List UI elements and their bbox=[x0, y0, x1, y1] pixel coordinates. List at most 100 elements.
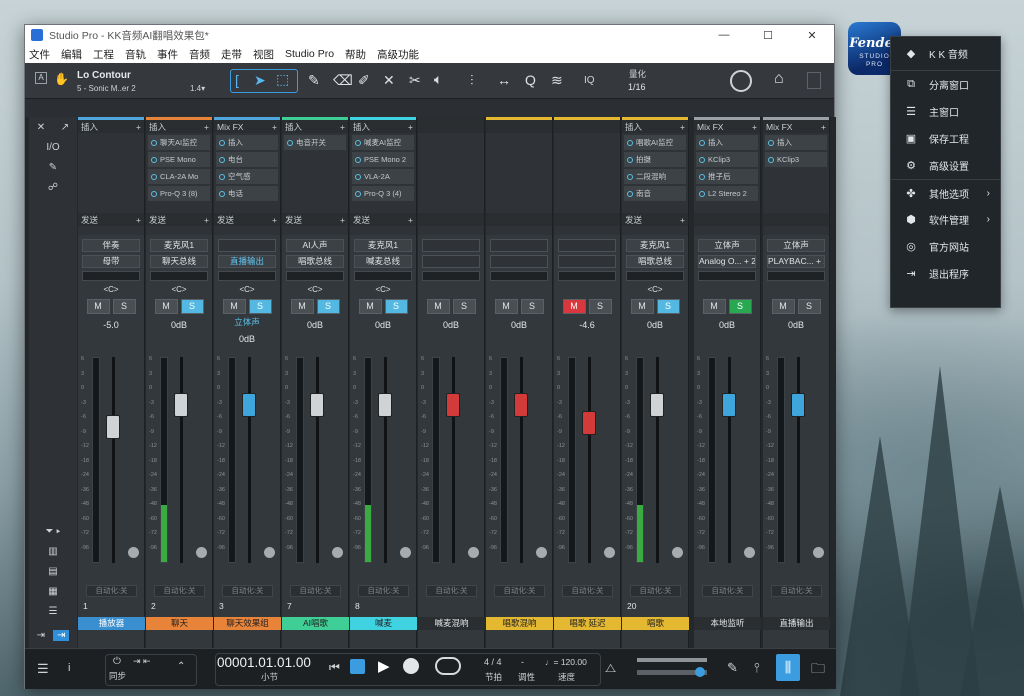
track-icon[interactable]: A bbox=[35, 72, 47, 84]
keyboard-icon[interactable]: ▤ bbox=[29, 561, 77, 581]
automation-button[interactable]: 自动化:关 bbox=[358, 585, 409, 597]
position-display[interactable]: 00001.01.01.00 bbox=[217, 655, 311, 670]
channel-name[interactable]: 喊麦混响 bbox=[418, 617, 485, 630]
fader-handle[interactable] bbox=[378, 393, 392, 417]
volume-value[interactable]: 0dB bbox=[350, 320, 416, 330]
power-icon[interactable] bbox=[151, 190, 157, 197]
insert-header[interactable]: 插入 + bbox=[350, 120, 416, 133]
power-icon[interactable] bbox=[151, 139, 157, 146]
insert-header[interactable] bbox=[554, 120, 620, 133]
insert-slot[interactable]: 电台 bbox=[216, 152, 278, 167]
channel-name[interactable]: 唱歌 bbox=[622, 617, 689, 630]
insert-header[interactable]: 插入 + bbox=[78, 120, 144, 133]
insert-header[interactable]: 插入 + bbox=[146, 120, 212, 133]
stop-button[interactable] bbox=[350, 659, 365, 674]
menu-item[interactable]: 编辑 bbox=[61, 47, 82, 62]
tempo-value[interactable]: ♩= 120.00 bbox=[545, 657, 587, 667]
snap-icon[interactable]: ⫶ bbox=[470, 73, 474, 87]
insert-slot[interactable]: 电话 bbox=[216, 186, 278, 201]
page-icon[interactable] bbox=[807, 72, 821, 89]
popup-item[interactable]: ⬢ 软件管理 › bbox=[891, 206, 1000, 233]
pan-value[interactable]: <C> bbox=[282, 285, 348, 295]
solo-button[interactable]: S bbox=[180, 299, 204, 314]
automation-button[interactable]: 自动化:关 bbox=[154, 585, 205, 597]
send-header[interactable]: 发送 + bbox=[622, 213, 688, 226]
automation-icon[interactable] bbox=[128, 547, 139, 558]
insert-slot[interactable]: 南音 bbox=[624, 186, 686, 201]
popup-item[interactable]: ▣ 保存工程 bbox=[891, 125, 1000, 152]
send-header[interactable]: 发送 + bbox=[350, 213, 416, 226]
send-header[interactable] bbox=[763, 213, 829, 226]
solo-button[interactable]: S bbox=[656, 299, 680, 314]
rewind-icon[interactable]: ⏮ bbox=[329, 660, 340, 675]
output-select[interactable]: 母带 bbox=[82, 255, 140, 268]
power-icon[interactable] bbox=[699, 173, 705, 180]
power-icon[interactable] bbox=[627, 173, 633, 180]
close-icon[interactable]: ✕ bbox=[37, 122, 45, 133]
popup-item[interactable]: ✤ 其他选项 › bbox=[891, 179, 1000, 206]
volume-value[interactable]: 0dB bbox=[622, 320, 688, 330]
menu-item[interactable]: 走带 bbox=[221, 47, 242, 62]
insert-slot[interactable]: 插入 bbox=[696, 135, 758, 150]
power-icon[interactable] bbox=[699, 156, 705, 163]
speaker-icon[interactable]: 🔈︎ bbox=[434, 72, 442, 86]
automation-icon[interactable] bbox=[744, 547, 755, 558]
close-button[interactable]: ✕ bbox=[790, 29, 834, 42]
power-icon[interactable] bbox=[627, 190, 633, 197]
power-icon[interactable] bbox=[699, 190, 705, 197]
solo-button[interactable]: S bbox=[452, 299, 476, 314]
insert-slot[interactable]: 聊天AI监控 bbox=[148, 135, 210, 150]
pan-value[interactable] bbox=[486, 285, 552, 295]
fader-handle[interactable] bbox=[446, 393, 460, 417]
route-out-icon[interactable]: ⇥ bbox=[53, 629, 70, 641]
hand-icon[interactable]: ✋ bbox=[54, 73, 69, 85]
menu-item[interactable]: 音频 bbox=[189, 47, 210, 62]
power-icon[interactable] bbox=[627, 139, 633, 146]
insert-slot[interactable]: CLA-2A Mo bbox=[148, 169, 210, 184]
bank-icon[interactable]: ▦ bbox=[29, 581, 77, 601]
automation-button[interactable]: 自动化:关 bbox=[702, 585, 753, 597]
input-select[interactable]: 麦克风1 bbox=[354, 239, 412, 252]
input-select[interactable]: 立体声 bbox=[767, 239, 825, 252]
fader-handle[interactable] bbox=[722, 393, 736, 417]
volume-value[interactable]: 0dB bbox=[694, 320, 760, 330]
insert-slot[interactable]: PSE Mono 2 bbox=[352, 152, 414, 167]
channel-name[interactable]: 直播输出 bbox=[763, 617, 830, 630]
solo-button[interactable]: S bbox=[316, 299, 340, 314]
power-icon[interactable] bbox=[219, 156, 225, 163]
chevron-up-icon[interactable]: ⌃ bbox=[177, 661, 185, 672]
solo-button[interactable]: S bbox=[520, 299, 544, 314]
output-select[interactable]: 唱歌总线 bbox=[626, 255, 684, 268]
wrench-icon[interactable]: ✎ bbox=[29, 157, 77, 177]
quantize-q-icon[interactable]: Q bbox=[525, 73, 536, 87]
edit-pencil-icon[interactable]: ✎ bbox=[727, 660, 738, 676]
play-button[interactable]: ▶ bbox=[378, 657, 390, 675]
insert-slot[interactable]: 拍摄 bbox=[624, 152, 686, 167]
insert-slot[interactable]: PSE Mono bbox=[148, 152, 210, 167]
maximize-button[interactable]: ☐ bbox=[746, 29, 790, 42]
solo-button[interactable]: S bbox=[797, 299, 821, 314]
automation-icon[interactable] bbox=[400, 547, 411, 558]
channel-name[interactable]: 喊麦 bbox=[350, 617, 417, 630]
output-select[interactable]: 聊天总线 bbox=[150, 255, 208, 268]
automation-icon[interactable] bbox=[264, 547, 275, 558]
send-header[interactable]: 发送 + bbox=[282, 213, 348, 226]
insert-slot[interactable]: 唱歌AI监控 bbox=[624, 135, 686, 150]
input-select[interactable]: 麦克风1 bbox=[626, 239, 684, 252]
input-select[interactable]: 伴奏 bbox=[82, 239, 140, 252]
input-select[interactable]: AI人声 bbox=[286, 239, 344, 252]
power-icon[interactable] bbox=[768, 139, 774, 146]
info-icon[interactable]: i bbox=[68, 662, 70, 674]
io-button[interactable]: I/O bbox=[29, 137, 77, 157]
insert-slot[interactable]: Pro-Q 3 (8) bbox=[148, 186, 210, 201]
output-select[interactable] bbox=[422, 255, 480, 268]
menu-item[interactable]: 高级功能 bbox=[377, 47, 419, 62]
automation-button[interactable]: 自动化:关 bbox=[630, 585, 681, 597]
power-icon[interactable] bbox=[219, 139, 225, 146]
popup-item[interactable]: ⇥ 退出程序 bbox=[891, 260, 1000, 287]
menu-item[interactable]: 工程 bbox=[93, 47, 114, 62]
channel-name[interactable]: 聊天 bbox=[146, 617, 213, 630]
power-icon[interactable] bbox=[355, 139, 361, 146]
send-header[interactable] bbox=[486, 213, 552, 226]
power-icon[interactable] bbox=[151, 173, 157, 180]
